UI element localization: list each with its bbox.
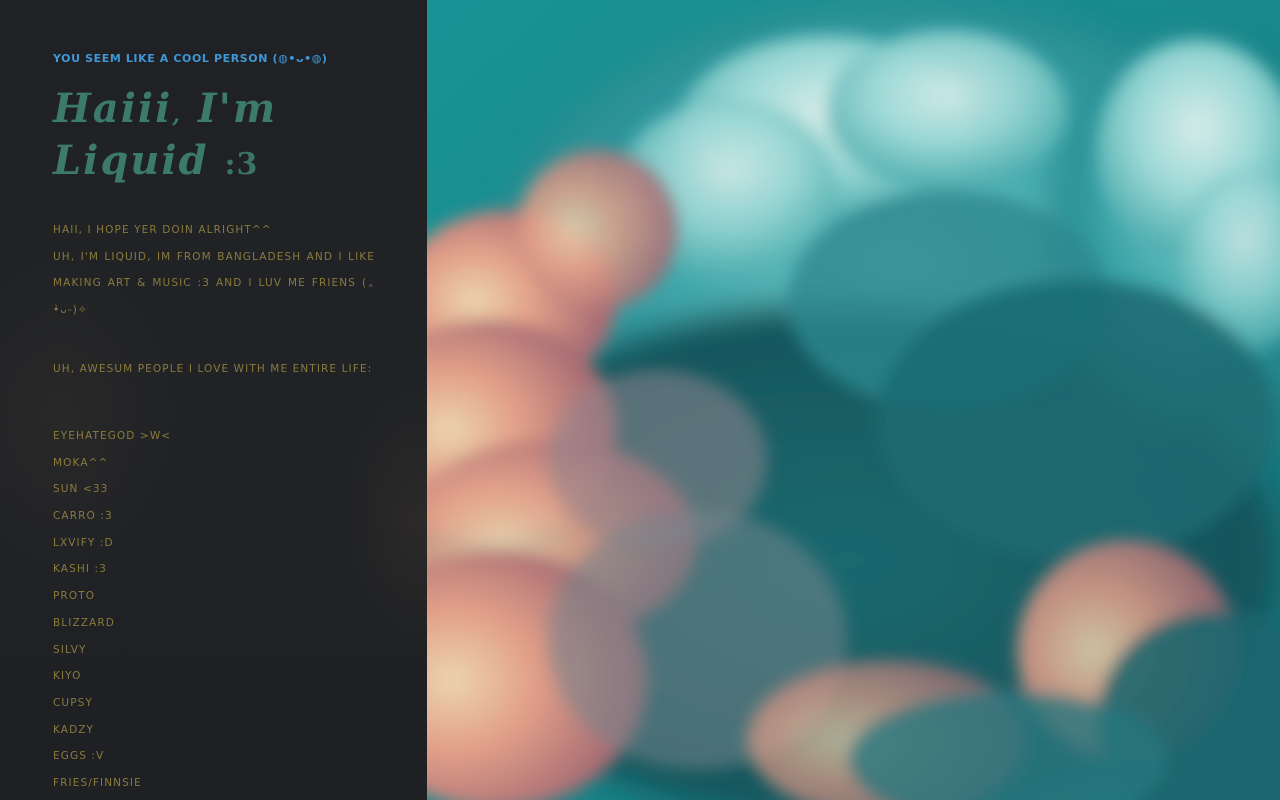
- intro-about: UH, I'M LIQUID, IM FROM BANGLADESH AND I…: [53, 250, 375, 316]
- profile-sidebar: YOU SEEM LIKE A COOL PERSON (◍•ᴗ•◍) Haii…: [0, 0, 427, 800]
- title-comma: ,: [172, 102, 182, 128]
- list-item: LXVIFY :D: [53, 536, 114, 549]
- tagline: YOU SEEM LIKE A COOL PERSON (◍•ᴗ•◍): [53, 52, 328, 65]
- list-item: CARRO :3: [53, 510, 113, 523]
- page-title: Haiii, I'm Liquid :3: [53, 86, 375, 187]
- list-item: FRIES/FINNSIE: [53, 777, 142, 790]
- page: YOU SEEM LIKE A COOL PERSON (◍•ᴗ•◍) Haii…: [0, 0, 1280, 800]
- list-item: KADZY: [53, 723, 95, 736]
- title-name: Liquid: [53, 137, 209, 184]
- title-emote: :3: [224, 147, 259, 182]
- list-item: EGGS :V: [53, 750, 105, 763]
- cloud-sky-illustration: [427, 0, 1280, 800]
- list-item: SUN <33: [53, 483, 109, 496]
- title-im: I'm: [197, 85, 278, 132]
- profile-content: YOU SEEM LIKE A COOL PERSON (◍•ᴗ•◍) Haii…: [53, 50, 375, 797]
- list-item: EYEHATEGOD >W<: [53, 429, 172, 442]
- list-item: PROTO: [53, 590, 96, 603]
- title-greeting: Haiii: [53, 85, 173, 132]
- friends-heading: UH, AWESUM PEOPLE I LOVE WITH ME ENTIRE …: [53, 363, 373, 376]
- cloud-sky-image: [427, 0, 1280, 800]
- list-item: CUPSY: [53, 697, 93, 709]
- list-item: KIYO: [53, 670, 82, 683]
- list-item: BLIZZARD: [53, 616, 115, 629]
- friends-list: EYEHATEGOD >W< MOKA^^ SUN <33 CARRO :3 L…: [53, 423, 375, 797]
- list-item: SILVY: [53, 643, 87, 656]
- list-item: KASHI :3: [53, 563, 107, 576]
- intro-block: HAII, I HOPE YER DOIN ALRIGHT^^ UH, I'M …: [53, 217, 375, 323]
- intro-greeting: HAII, I HOPE YER DOIN ALRIGHT^^: [53, 224, 272, 236]
- list-item: MOKA^^: [53, 456, 109, 469]
